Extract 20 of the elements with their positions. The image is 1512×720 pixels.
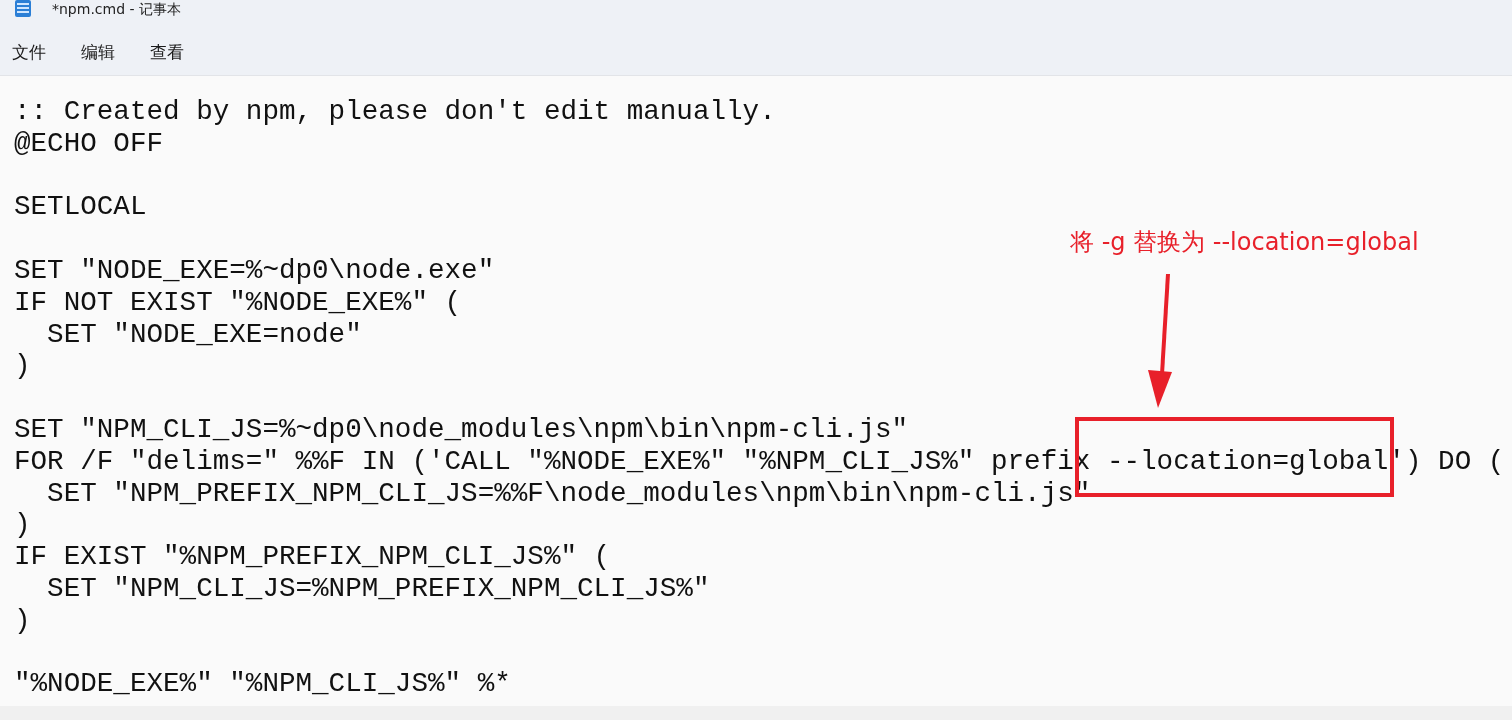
code-line: IF EXIST "%NPM_PREFIX_NPM_CLI_JS%" (	[14, 541, 611, 573]
notepad-icon	[14, 0, 32, 18]
menu-item[interactable]: 编辑	[73, 37, 123, 68]
code-line: @ECHO OFF	[14, 127, 164, 160]
code-line: SET "NPM_CLI_JS=%~dp0\node_modules\npm\bin\npm-cli.js"	[14, 413, 909, 446]
menu-item[interactable]: 查看	[142, 37, 192, 68]
code-line: :: Created by npm, please don't edit manually.	[14, 96, 776, 128]
code-line: SET "NODE_EXE=%~dp0\node.exe"	[14, 255, 495, 287]
code-line: SETLOCAL	[14, 191, 147, 224]
menu-item[interactable]: 文件	[4, 37, 54, 68]
code-line: )	[14, 350, 31, 383]
code-line: SET "NPM_PREFIX_NPM_CLI_JS=%%F\node_modules\npm\bin\npm-cli.js"	[46, 477, 1091, 510]
code-line: )	[14, 509, 31, 542]
window-title: *npm.cmd - 记事本	[52, 0, 182, 18]
annotation-text: 将 -g 替换为 --location=global	[1070, 227, 1419, 258]
code-line: SET "NPM_CLI_JS=%NPM_PREFIX_NPM_CLI_JS%"	[46, 572, 710, 605]
code-line: )	[14, 604, 31, 637]
code-line: IF NOT EXIST "%NODE_EXE%" (	[14, 286, 462, 319]
code-line: SET "NODE_EXE=node"	[46, 318, 362, 351]
code-line: "%NODE_EXE%" "%NPM_CLI_JS%" %*	[14, 668, 511, 701]
